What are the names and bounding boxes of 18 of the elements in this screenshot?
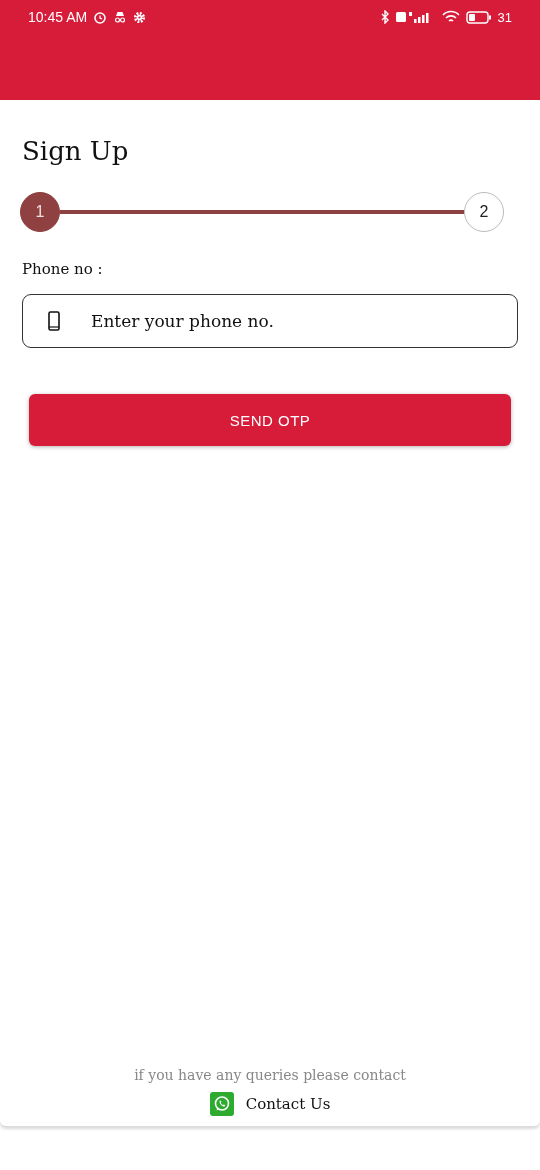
page-title: Sign Up: [22, 136, 130, 166]
whatsapp-icon[interactable]: [209, 1092, 234, 1116]
contact-note: if you have any queries please contact: [134, 1067, 406, 1083]
bluetooth-icon: [379, 10, 390, 24]
battery-level: 31: [497, 9, 512, 25]
incognito-icon: [113, 10, 128, 24]
alarm-clock-icon: [93, 10, 108, 24]
send-otp-button[interactable]: SEND OTP: [29, 394, 511, 446]
contact-us-link[interactable]: Contact Us: [245, 1095, 331, 1113]
step-indicator[interactable]: 2: [464, 192, 504, 232]
step-indicator[interactable]: 1: [20, 192, 60, 232]
field-label: Phone no :: [22, 260, 104, 278]
battery-icon: [465, 10, 492, 24]
settings-icon: [133, 10, 147, 24]
status-time: 10:45 AM: [28, 9, 88, 25]
phone-input-field[interactable]: Enter your phone no.: [22, 294, 518, 348]
wifi-icon: [441, 10, 460, 24]
mobile-phone-icon: [48, 311, 60, 331]
